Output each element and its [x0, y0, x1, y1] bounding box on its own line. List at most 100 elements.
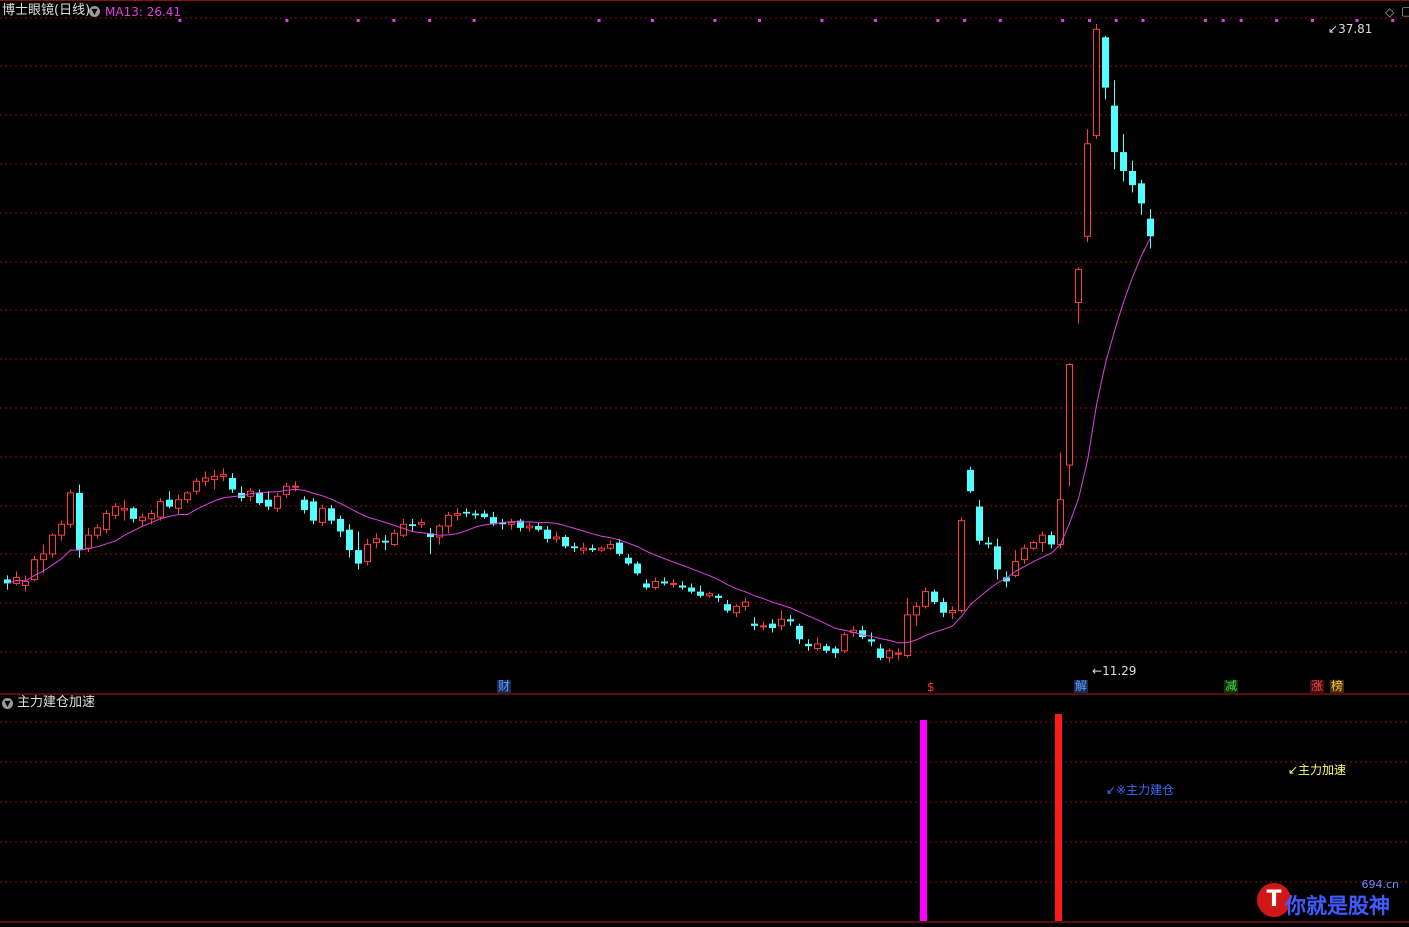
candle-up — [706, 593, 713, 597]
dot-marker — [936, 19, 940, 22]
candle-up — [1084, 143, 1091, 237]
candle-down — [76, 492, 83, 551]
candle-down — [1147, 218, 1154, 237]
candle-up — [922, 591, 929, 607]
candle-down — [355, 550, 362, 564]
dot-marker — [1088, 19, 1091, 22]
candle-up — [913, 605, 920, 616]
candle-up — [391, 532, 398, 545]
diamond-icon[interactable]: ◇ — [1385, 5, 1394, 19]
dot-marker — [758, 19, 761, 22]
candle-down — [301, 499, 308, 511]
event-tag-cai[interactable]: 财 — [497, 680, 512, 693]
candle-up — [958, 520, 965, 612]
event-tag-bang[interactable]: 榜 — [1330, 680, 1345, 693]
candle-down — [967, 469, 974, 492]
candle-down — [571, 546, 578, 549]
window-icon[interactable]: ▢ — [1401, 4, 1409, 18]
candle-up — [40, 553, 47, 561]
candle-up — [445, 514, 452, 527]
candle-up — [778, 618, 785, 627]
candle-down — [346, 529, 353, 551]
candle-down — [337, 518, 344, 532]
dot-marker — [356, 19, 360, 22]
dot-marker — [472, 19, 476, 22]
candle-down — [769, 623, 776, 629]
event-tag-zhang[interactable]: 涨 — [1310, 680, 1325, 693]
candle-down — [994, 546, 1001, 570]
dot-marker — [285, 19, 289, 22]
candle-down — [679, 585, 686, 588]
low-price-label: ←11.29 — [1092, 664, 1137, 678]
candle-up — [760, 625, 767, 628]
candle-down — [382, 540, 389, 543]
dot-marker — [1114, 19, 1118, 22]
candle-up — [58, 523, 65, 536]
grid-lines — [0, 0, 1409, 923]
candle-down — [310, 501, 317, 521]
candle-up — [292, 485, 299, 488]
candle-up — [220, 474, 227, 477]
candle-down — [535, 526, 542, 530]
candle-up — [1039, 534, 1046, 544]
candle-up — [202, 477, 209, 482]
candle-up — [841, 634, 848, 652]
sub-panel-title: 主力建仓加速 — [17, 695, 96, 710]
candle-up — [526, 525, 533, 529]
candle-down — [643, 583, 650, 588]
candle-up — [364, 543, 371, 563]
candle-up — [22, 580, 29, 586]
candle-up — [508, 521, 515, 525]
dot-marker — [820, 19, 824, 22]
candle-down — [724, 604, 731, 611]
dot-marker — [1061, 19, 1065, 22]
candle-up — [1057, 499, 1064, 545]
signal-bar — [1055, 714, 1062, 921]
candle-up — [1093, 28, 1100, 137]
candle-up — [139, 516, 146, 522]
candle-up — [373, 538, 380, 544]
candle-up — [112, 506, 119, 516]
chevron-down-icon[interactable]: ▼ — [89, 6, 100, 17]
candle-down — [1120, 152, 1127, 171]
candle-up — [157, 500, 164, 518]
candle-down — [544, 529, 551, 539]
annotation-jiasu: ↙主力加速 — [1288, 763, 1347, 777]
candle-down — [256, 492, 263, 504]
candle-up — [607, 543, 614, 549]
annotation-jiancang: ↙※主力建仓 — [1106, 783, 1175, 797]
dot-marker — [713, 19, 717, 22]
candle-up — [400, 523, 407, 536]
candle-up — [49, 534, 56, 555]
candle-up — [742, 601, 749, 607]
event-tag-dollar[interactable]: $ — [926, 681, 936, 694]
candle-down — [625, 557, 632, 564]
candle-down — [1129, 170, 1136, 186]
candle-up — [553, 536, 560, 540]
dot-marker — [428, 19, 432, 22]
candle-up — [1030, 542, 1037, 549]
dot-marker — [873, 19, 877, 22]
candle-up — [1021, 547, 1028, 561]
event-tag-jie[interactable]: 解 — [1074, 680, 1089, 693]
candle-down — [634, 563, 641, 574]
candle-up — [148, 513, 155, 520]
candle-up — [175, 499, 182, 509]
candle-up — [319, 507, 326, 523]
candle-up — [814, 643, 821, 649]
candlestick-series — [4, 24, 1154, 663]
candle-down — [589, 548, 596, 551]
event-tag-jian[interactable]: 减 — [1224, 680, 1239, 693]
chart-canvas — [0, 0, 1409, 923]
candle-up — [193, 480, 200, 492]
candle-down — [463, 511, 470, 514]
chevron-down-icon[interactable]: ▼ — [2, 698, 13, 709]
candle-up — [598, 547, 605, 551]
candle-up — [94, 527, 101, 536]
candle-down — [481, 513, 488, 518]
dot-marker — [963, 19, 967, 22]
candle-down — [1138, 183, 1145, 204]
dot-marker — [1221, 19, 1225, 22]
dot-marker — [1239, 19, 1243, 22]
candle-up — [418, 521, 425, 525]
